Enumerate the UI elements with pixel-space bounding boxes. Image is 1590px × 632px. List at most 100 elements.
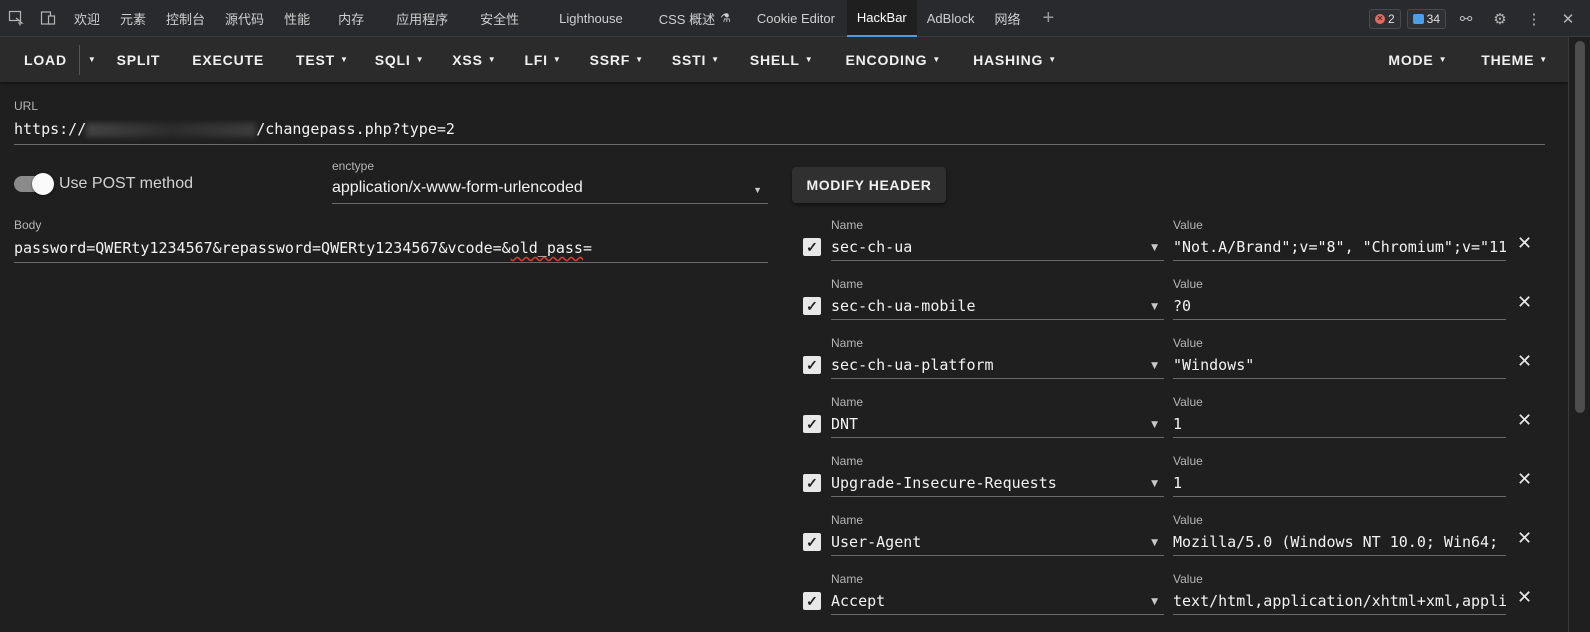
tab-cookie-editor[interactable]: Cookie Editor [745, 0, 847, 37]
tab-adblock[interactable]: AdBlock [917, 0, 985, 37]
customize-icon[interactable]: ⚯ [1452, 0, 1480, 37]
device-toolbar-icon[interactable] [32, 0, 64, 37]
hashing-menu[interactable]: HASHING ▼ [957, 37, 1073, 82]
header-value-label: Value [1173, 513, 1203, 527]
post-method-toggle[interactable] [14, 173, 54, 195]
header-value-input[interactable]: Mozilla/5.0 (Windows NT 10.0; Win64; x64… [1173, 529, 1506, 556]
tab-application[interactable]: 应用程序 [382, 0, 462, 37]
url-input[interactable]: https:// /changepass.php?type=2 [14, 120, 1545, 145]
encoding-menu[interactable]: ENCODING ▼ [829, 37, 957, 82]
header-name-label: Name [831, 513, 864, 527]
inspect-element-icon[interactable] [0, 0, 32, 37]
chevron-down-icon: ▼ [1048, 55, 1057, 64]
header-row: ✓ Name DNT ▼ Value 1 ✕ [800, 395, 1540, 454]
test-menu[interactable]: TEST ▼ [284, 37, 361, 82]
ssrf-menu[interactable]: SSRF ▼ [576, 37, 658, 82]
tab-security[interactable]: 安全性 [462, 0, 537, 37]
theme-menu[interactable]: THEME ▼ [1473, 37, 1548, 82]
shell-menu[interactable]: SHELL ▼ [734, 37, 830, 82]
lfi-menu[interactable]: LFI ▼ [510, 37, 575, 82]
header-value-input[interactable]: 1 [1173, 470, 1506, 497]
chevron-down-icon: ▼ [487, 55, 497, 64]
xss-menu[interactable]: XSS ▼ [438, 37, 510, 82]
header-value-label: Value [1173, 395, 1203, 409]
body-label: Body [14, 218, 42, 232]
close-icon[interactable]: ✕ [1554, 0, 1582, 37]
header-row: ✓ Name User-Agent ▼ Value Mozilla/5.0 (Wi… [800, 513, 1540, 572]
sqli-menu[interactable]: SQLI ▼ [361, 37, 439, 82]
header-enabled-checkbox[interactable]: ✓ [803, 356, 821, 374]
messages-badge[interactable]: 34 [1406, 8, 1446, 29]
ssti-menu[interactable]: SSTI ▼ [658, 37, 734, 82]
gear-icon[interactable]: ⚙ [1486, 0, 1514, 37]
header-name-input[interactable]: sec-ch-ua-platform ▼ [831, 352, 1164, 379]
tab-sources[interactable]: 源代码 [215, 0, 274, 37]
header-row: ✓ Name Accept ▼ Value text/html,applicati… [800, 572, 1540, 631]
header-name-value: Upgrade-Insecure-Requests [831, 474, 1057, 492]
header-name-input[interactable]: sec-ch-ua-mobile ▼ [831, 293, 1164, 320]
header-value-input[interactable]: text/html,application/xhtml+xml,applicat… [1173, 588, 1506, 615]
remove-header-icon[interactable]: ✕ [1517, 528, 1532, 549]
header-name-label: Name [831, 218, 864, 232]
load-button[interactable]: LOAD [12, 37, 79, 82]
header-name-input[interactable]: Upgrade-Insecure-Requests ▼ [831, 470, 1164, 497]
execute-button[interactable]: EXECUTE [172, 37, 284, 82]
header-value-input[interactable]: "Not.A/Brand";v="8", "Chromium";v="114" [1173, 234, 1506, 261]
header-enabled-checkbox[interactable]: ✓ [803, 415, 821, 433]
chevron-down-icon: ▼ [552, 55, 562, 64]
tab-performance[interactable]: 性能 [274, 0, 320, 37]
header-name-input[interactable]: User-Agent ▼ [831, 529, 1164, 556]
add-tab-icon[interactable]: + [1030, 0, 1066, 37]
header-value-input[interactable]: 1 [1173, 411, 1506, 438]
remove-header-icon[interactable]: ✕ [1517, 233, 1532, 254]
header-name-input[interactable]: Accept ▼ [831, 588, 1164, 615]
load-dropdown-button[interactable]: ▼ [80, 37, 105, 82]
header-row: ✓ Name Upgrade-Insecure-Requests ▼ Value … [800, 454, 1540, 513]
mode-menu[interactable]: MODE ▼ [1362, 37, 1473, 82]
header-name-input[interactable]: sec-ch-ua ▼ [831, 234, 1164, 261]
header-name-label: Name [831, 395, 864, 409]
tab-elements[interactable]: 元素 [110, 0, 156, 37]
tab-css-overview-label: CSS 概述 [658, 11, 716, 27]
header-name-label: Name [831, 572, 864, 586]
modify-header-button[interactable]: MODIFY HEADER [792, 167, 946, 203]
enctype-select[interactable]: application/x-www-form-urlencoded ▼ [332, 179, 768, 204]
header-enabled-checkbox[interactable]: ✓ [803, 238, 821, 256]
remove-header-icon[interactable]: ✕ [1517, 587, 1532, 608]
tab-memory[interactable]: 内存 [320, 0, 382, 37]
tab-welcome[interactable]: 欢迎 [64, 0, 110, 37]
body-text-end: = [582, 239, 592, 257]
tab-lighthouse[interactable]: Lighthouse [537, 0, 645, 37]
shell-menu-label: SHELL [749, 51, 800, 68]
tab-console[interactable]: 控制台 [156, 0, 215, 37]
remove-header-icon[interactable]: ✕ [1517, 469, 1532, 490]
header-name-value: Accept [831, 592, 886, 610]
remove-header-icon[interactable]: ✕ [1517, 410, 1532, 431]
hashing-menu-label: HASHING [973, 51, 1044, 68]
header-enabled-checkbox[interactable]: ✓ [803, 592, 821, 610]
more-options-icon[interactable]: ⋮ [1520, 0, 1548, 37]
header-value-input[interactable]: "Windows" [1173, 352, 1506, 379]
header-enabled-checkbox[interactable]: ✓ [803, 533, 821, 551]
tab-css-overview[interactable]: CSS 概述 ⚗ [645, 0, 745, 37]
errors-badge[interactable]: ✕ 2 [1368, 8, 1401, 29]
xss-menu-label: XSS [452, 51, 483, 68]
header-value-input[interactable]: ?0 [1173, 293, 1506, 320]
scrollbar-thumb[interactable] [1575, 41, 1585, 413]
remove-header-icon[interactable]: ✕ [1517, 351, 1532, 372]
chevron-down-icon: ▼ [1539, 55, 1548, 64]
chevron-down-icon: ▼ [753, 185, 762, 195]
url-suffix: /changepass.php?type=2 [256, 120, 455, 138]
header-name-input[interactable]: DNT ▼ [831, 411, 1164, 438]
header-enabled-checkbox[interactable]: ✓ [803, 297, 821, 315]
header-enabled-checkbox[interactable]: ✓ [803, 474, 821, 492]
split-button[interactable]: SPLIT [105, 37, 173, 82]
enctype-value: application/x-www-form-urlencoded [332, 179, 583, 196]
vertical-scrollbar[interactable] [1568, 37, 1590, 632]
tab-hackbar[interactable]: HackBar [846, 0, 917, 37]
header-row: ✓ Name sec-ch-ua ▼ Value "Not.A/Brand";v=… [800, 218, 1540, 277]
header-value-label: Value [1173, 218, 1203, 232]
tab-network[interactable]: 网络 [984, 0, 1030, 37]
remove-header-icon[interactable]: ✕ [1517, 292, 1532, 313]
body-input[interactable]: password=QWERty1234567&repassword=QWERty… [14, 239, 768, 263]
